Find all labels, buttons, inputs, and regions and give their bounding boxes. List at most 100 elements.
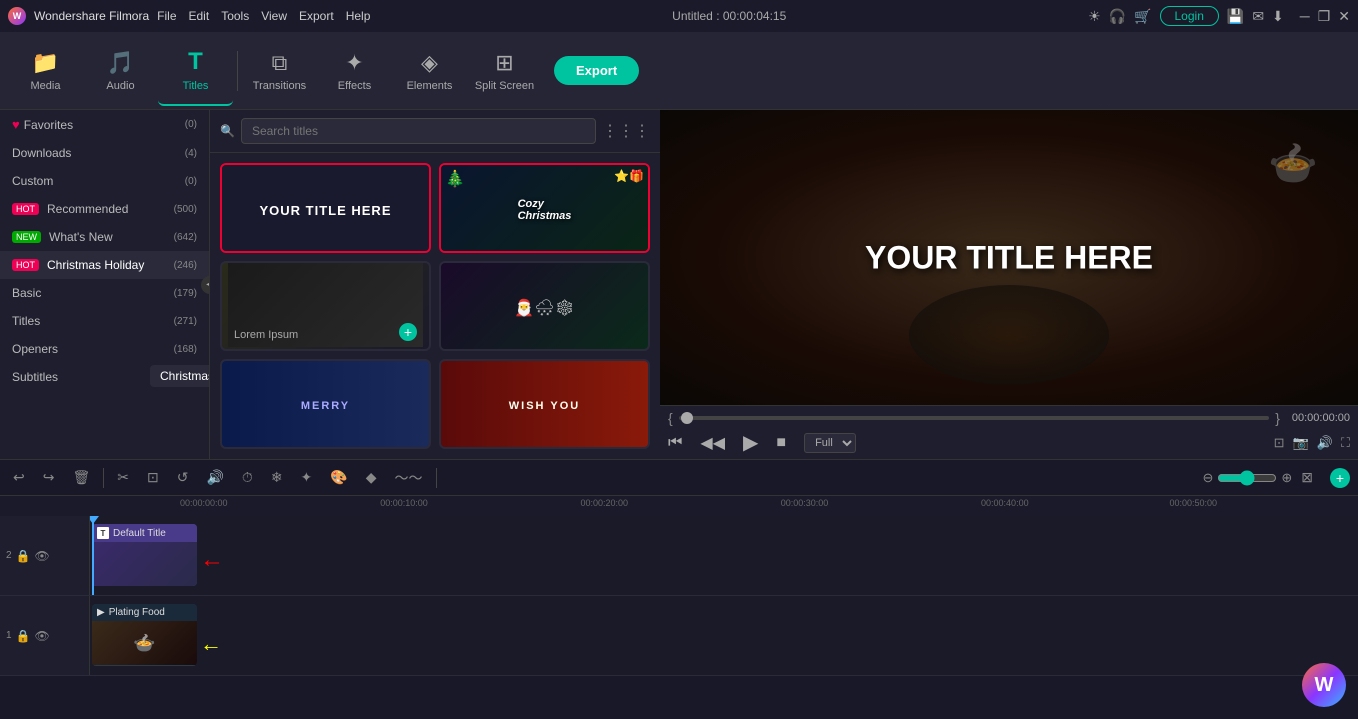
toolbar-transitions[interactable]: ⧉ Transitions <box>242 36 317 106</box>
volume-icon[interactable]: 🔊 <box>1317 435 1333 451</box>
sidebar-item-titles[interactable]: Titles (271) <box>0 307 209 335</box>
toolbar-audio[interactable]: 🎵 Audio <box>83 36 158 106</box>
download-icon[interactable]: ⬇ <box>1272 8 1284 25</box>
redo-button[interactable]: ↪ <box>38 466 60 489</box>
export-button[interactable]: Export <box>554 56 639 85</box>
track-2-num: 2 <box>6 550 12 561</box>
sidebar-christmas-label: Christmas Holiday <box>47 258 144 272</box>
title-thumb-blue: MERRY <box>222 361 429 449</box>
menu-help[interactable]: Help <box>346 9 371 23</box>
toolbar-effects[interactable]: ✦ Effects <box>317 36 392 106</box>
color-button[interactable]: 🎨 <box>325 466 352 489</box>
toolbar-splitscreen[interactable]: ⊞ Split Screen <box>467 36 542 106</box>
sidebar-subtitles-label: Subtitles <box>12 370 58 384</box>
delete-button[interactable]: 🗑 <box>67 466 95 489</box>
undo-button[interactable]: ↩ <box>8 466 30 489</box>
title-card-red[interactable]: WISH YOU WISH YOU <box>439 359 650 449</box>
title-card-xmas[interactable]: 🎅🌨❄ Christmas Season Mood ... <box>439 261 650 351</box>
zoom-in-icon[interactable]: ⊕ <box>1281 470 1292 486</box>
sidebar-item-whatsnew[interactable]: NEW What's New (642) <box>0 223 209 251</box>
sidebar-item-downloads[interactable]: Downloads (4) <box>0 139 209 167</box>
timeline-tracks: 2 🔒 👁 T Default Title ← <box>0 516 1358 719</box>
sidebar-item-favorites[interactable]: ♥ Favorites (0) <box>0 110 209 139</box>
zoom-select[interactable]: Full <box>804 433 856 453</box>
track-2-eye[interactable]: 👁 <box>35 549 50 563</box>
login-button[interactable]: Login <box>1160 6 1219 26</box>
sidebar-item-basic[interactable]: Basic (179) <box>0 279 209 307</box>
seekbar-track[interactable] <box>679 416 1270 420</box>
preview-video-bg: 🍲 YOUR TITLE HERE <box>660 110 1358 405</box>
stop-button[interactable]: ■ <box>776 434 786 452</box>
new-badge-whatsnew: NEW <box>12 231 41 243</box>
audio-duck-button[interactable]: 🔊 <box>201 466 228 489</box>
close-button[interactable]: ✕ <box>1338 8 1350 25</box>
sidebar-item-recommended[interactable]: HOT Recommended (500) <box>0 195 209 223</box>
screenshot-icon[interactable]: 📷 <box>1293 435 1309 451</box>
save-icon[interactable]: 💾 <box>1227 8 1244 25</box>
sidebar-item-subtitles[interactable]: Subtitles (15) <box>0 363 209 391</box>
add-basic6-button[interactable]: + <box>399 323 417 341</box>
grid-view-icon[interactable]: ⋮⋮⋮ <box>602 121 650 141</box>
track-1-eye[interactable]: 👁 <box>35 629 50 643</box>
hot-badge-recommended: HOT <box>12 203 39 215</box>
clip-video-icon: ▶ <box>97 607 105 618</box>
toolbar-titles[interactable]: T Titles <box>158 36 233 106</box>
track-2-header: 2 🔒 👁 <box>0 516 90 595</box>
sun-icon[interactable]: ☀ <box>1088 8 1101 25</box>
cut-button[interactable]: ✂ <box>112 466 134 489</box>
in-point-bracket[interactable]: { <box>668 410 673 426</box>
sidebar-item-openers[interactable]: Openers (168) <box>0 335 209 363</box>
menu-view[interactable]: View <box>261 9 287 23</box>
sidebar-favorites-label: Favorites <box>24 118 73 132</box>
title-card-cozy[interactable]: CozyChristmas 🎄 ⭐🎁 Cozy Christmas Pack O… <box>439 163 650 253</box>
track-2-lock[interactable]: 🔒 <box>16 549 31 563</box>
keyframe-button[interactable]: ◆ <box>361 466 382 489</box>
fullscreen-icon[interactable]: ⛶ <box>1341 435 1350 451</box>
menu-file[interactable]: File <box>157 9 176 23</box>
title-card-default[interactable]: YOUR TITLE HERE Default Title <box>220 163 431 253</box>
zoom-out-icon[interactable]: ⊖ <box>1202 470 1213 486</box>
rotate-button[interactable]: ↺ <box>172 466 194 489</box>
pip-icon[interactable]: ⊡ <box>1274 435 1285 451</box>
speed-button[interactable]: ⏱ <box>237 466 258 489</box>
audio-waveform-button[interactable]: 〜〜 <box>390 465 428 491</box>
sidebar-basic-label: Basic <box>12 286 41 300</box>
maximize-button[interactable]: ❐ <box>1318 8 1331 25</box>
sidebar-item-custom[interactable]: Custom (0) <box>0 167 209 195</box>
titlebar: W Wondershare Filmora File Edit Tools Vi… <box>0 0 1358 32</box>
toolbar-media[interactable]: 📁 Media <box>8 36 83 106</box>
mail-icon[interactable]: ✉ <box>1252 8 1264 25</box>
search-input[interactable] <box>241 118 596 144</box>
headphone-icon[interactable]: 🎧 <box>1109 8 1126 25</box>
crop-button[interactable]: ⊡ <box>142 466 164 489</box>
step-back-button[interactable]: ⏮ <box>668 434 682 452</box>
seekbar-thumb[interactable] <box>681 412 693 424</box>
menu-tools[interactable]: Tools <box>221 9 249 23</box>
cart-icon[interactable]: 🛒 <box>1134 8 1151 25</box>
video-clip[interactable]: ▶ Plating Food 🍲 <box>92 604 197 666</box>
ruler-mark-1: 00:00:10:00 <box>380 498 428 508</box>
sidebar-openers-label: Openers <box>12 342 58 356</box>
timeline-zoom-controls: ⊖ ⊕ ⊠ <box>1202 466 1318 489</box>
out-point-bracket[interactable]: } <box>1275 410 1280 426</box>
title-clip[interactable]: T Default Title <box>92 524 197 586</box>
add-track-right-button[interactable]: + <box>1330 468 1350 488</box>
fit-to-window-button[interactable]: ⊠ <box>1296 466 1318 489</box>
play-button[interactable]: ▶ <box>743 430 758 455</box>
menu-edit[interactable]: Edit <box>189 9 210 23</box>
main-area: ♥ Favorites (0) Downloads (4) Custom (0)… <box>0 110 1358 459</box>
hot-badge-christmas: HOT <box>12 259 39 271</box>
ruler-mark-0: 00:00:00:00 <box>180 498 228 508</box>
freeze-frame-button[interactable]: ❄ <box>266 466 288 489</box>
ai-button[interactable]: ✦ <box>296 466 318 489</box>
minimize-button[interactable]: ─ <box>1300 8 1310 25</box>
track-1-lock[interactable]: 🔒 <box>16 629 31 643</box>
menu-export[interactable]: Export <box>299 9 334 23</box>
toolbar-elements[interactable]: ◈ Elements <box>392 36 467 106</box>
prev-frame-button[interactable]: ◀◀ <box>700 433 725 453</box>
zoom-slider[interactable] <box>1217 470 1277 486</box>
preview-area: 🍲 YOUR TITLE HERE { } 00:00:00:00 ⏮ ◀◀ ▶… <box>660 110 1358 459</box>
sidebar-item-christmas[interactable]: HOT Christmas Holiday (246) <box>0 251 209 279</box>
title-card-blue[interactable]: MERRY Title 5 <box>220 359 431 449</box>
title-card-basic6[interactable]: Lorem Ipsum + Basic 6 <box>220 261 431 351</box>
